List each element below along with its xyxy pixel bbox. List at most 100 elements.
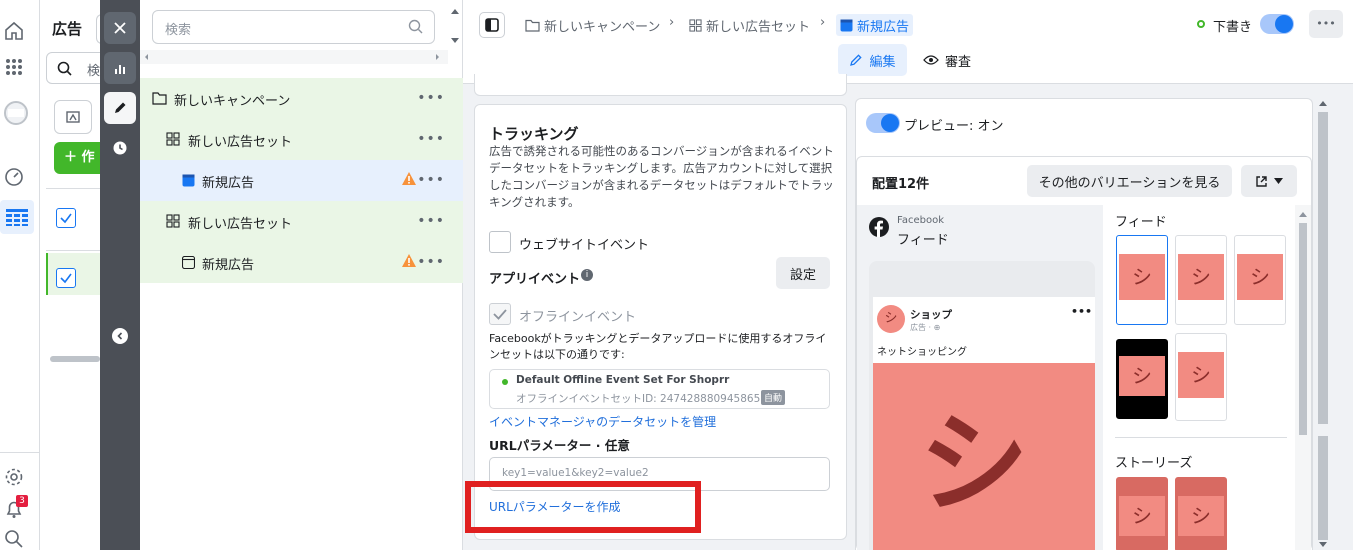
header-more-button[interactable]: ••• (1309, 10, 1343, 38)
preview-scrollbar[interactable] (1315, 90, 1331, 550)
folder-icon (152, 92, 167, 105)
tracking-description: 広告で誘発される可能性のあるコンバージョンが含まれるイベントデータセットをトラッ… (489, 144, 834, 209)
tree-item-campaign[interactable]: 新しいキャンペーン ••• (140, 78, 463, 119)
see-variations-button[interactable]: その他のバリエーションを見る (1027, 165, 1232, 197)
post-text: ネットショッピング (877, 347, 967, 358)
tab-edit[interactable]: 編集 (838, 44, 907, 76)
post-more-icon[interactable]: ••• (1071, 305, 1092, 318)
history-clock-button[interactable] (104, 132, 136, 164)
placement-thumb-feed-1[interactable]: シ (1116, 235, 1168, 325)
placement-thumb-feed-3[interactable]: シ (1234, 235, 1286, 325)
preview-toggle[interactable] (866, 113, 900, 133)
eye-icon (923, 55, 939, 65)
breadcrumb-ad[interactable]: 新規広告 (836, 14, 914, 36)
offline-event-set-box: Default Offline Event Set For Shoprr オフラ… (489, 369, 830, 409)
row-checkbox-2[interactable] (56, 268, 76, 288)
tree-search-input[interactable]: 検索 (152, 10, 435, 44)
event-set-name: Default Offline Event Set For Shoprr (516, 374, 730, 386)
ads-list-panel: 広告 検 ＋ 作 (40, 0, 106, 550)
create-button[interactable]: ＋ 作 (54, 142, 100, 174)
adset-grid-icon (166, 132, 180, 146)
close-editor-button[interactable] (104, 12, 136, 44)
publish-toggle[interactable] (1260, 14, 1294, 34)
pencil-icon (850, 54, 863, 66)
breadcrumb-campaign[interactable]: 新しいキャンペーン (525, 14, 660, 36)
adset-grid-icon (689, 18, 702, 32)
shop-avatar: シ (877, 305, 905, 333)
breadcrumb-adset[interactable]: 新しい広告セット (689, 14, 810, 36)
ad-outline-icon (182, 256, 195, 269)
collapse-chevron-icon[interactable] (112, 328, 128, 344)
warning-icon (402, 172, 416, 185)
ad-filled-icon (840, 19, 853, 31)
vertical-scroll-arrows[interactable] (448, 4, 462, 44)
campaign-folder-button[interactable] (54, 100, 92, 134)
apps-grid-icon[interactable] (3, 56, 25, 78)
tab-review[interactable]: 審査 (919, 44, 979, 76)
panel-icon (485, 18, 499, 32)
home-icon[interactable] (3, 20, 25, 42)
tree-item-ad-2[interactable]: 新規広告 ••• (140, 242, 463, 283)
tree-item-adset-2[interactable]: 新しい広告セット ••• (140, 201, 463, 242)
placement-thumb-feed-5[interactable]: シ (1175, 333, 1227, 421)
build-url-params-link[interactable]: URLパラメーターを作成 (489, 498, 620, 515)
more-icon[interactable]: ••• (417, 172, 445, 188)
gauge-icon[interactable] (3, 166, 25, 188)
ads-manager-table-icon[interactable] (0, 200, 34, 234)
folder-icon (525, 19, 540, 32)
more-icon[interactable]: ••• (417, 131, 445, 147)
thumbnails-scrollbar[interactable] (1295, 205, 1311, 550)
adset-grid-icon (166, 214, 180, 228)
ad-filled-icon (182, 174, 195, 187)
preview-platform-label: Facebook (897, 215, 944, 226)
placements-panel: 配置12件 その他のバリエーションを見る Facebook フィード シ ショッ… (856, 156, 1312, 550)
caret-down-icon (1274, 178, 1283, 184)
account-avatar-icon[interactable] (3, 100, 28, 125)
placement-thumb-feed-2[interactable]: シ (1175, 235, 1227, 325)
sponsored-label: 広告 · ⊕ (910, 323, 941, 332)
url-params-label: URLパラメーター · 任意 (489, 438, 630, 453)
draft-status-dot (1197, 20, 1205, 28)
app-events-label: アプリイベント (489, 272, 581, 287)
notification-count-badge: 3 (16, 495, 28, 507)
edit-pencil-button[interactable] (104, 92, 136, 124)
more-icon[interactable]: ••• (417, 213, 445, 229)
ad-post-preview: シ ショップ 広告 · ⊕ ••• ネットショッピング シ (873, 297, 1095, 550)
feed-section-label: フィード (1115, 215, 1167, 230)
app-title: 広告 (52, 20, 83, 38)
ads-search-input[interactable]: 検 (46, 52, 106, 84)
tree-item-adset-1[interactable]: 新しい広告セット ••• (140, 119, 463, 160)
offline-events-label: オフラインイベント (519, 310, 637, 325)
app-events-settings-button[interactable]: 設定 (776, 257, 830, 289)
editor-header: 新しいキャンペーン › 新しい広告セット › 新規広告 下書き ••• 編集 審… (463, 0, 1353, 84)
warning-icon (402, 254, 416, 267)
horizontal-scrollbar[interactable] (140, 50, 448, 64)
row-checkbox-1[interactable] (56, 208, 76, 228)
breadcrumb-chevron-icon: › (669, 15, 675, 30)
tree-item-ad-1-selected[interactable]: 新規広告 ••• (140, 160, 463, 201)
breadcrumb-chevron-icon: › (820, 15, 826, 30)
placement-thumb-story-2[interactable]: シ (1175, 477, 1227, 550)
website-events-checkbox[interactable] (489, 231, 511, 253)
gear-icon[interactable] (3, 466, 25, 488)
placement-thumb-story-1[interactable]: シ (1116, 477, 1168, 550)
horizontal-scrollbar[interactable] (50, 356, 100, 362)
search-icon[interactable] (3, 528, 25, 550)
more-icon[interactable]: ••• (417, 254, 445, 270)
event-set-id: オフラインイベントセットID: 2474288809458656 (516, 393, 767, 405)
info-icon[interactable]: i (581, 269, 593, 281)
manage-datasets-link[interactable]: イベントマネージャのデータセットを管理 (489, 413, 716, 430)
open-preview-button[interactable] (1241, 165, 1297, 197)
placement-thumb-feed-4[interactable]: シ (1116, 339, 1168, 419)
active-status-dot (502, 379, 508, 385)
toggle-panel-button[interactable] (479, 12, 505, 38)
tracking-title: トラッキング (489, 125, 579, 143)
placements-count: 配置12件 (872, 177, 930, 192)
tracking-card: トラッキング 広告で誘発される可能性のあるコンバージョンが含まれるイベントデータ… (465, 104, 847, 540)
offline-events-checkbox[interactable] (489, 303, 511, 325)
reporting-chart-button[interactable] (104, 52, 136, 84)
more-icon[interactable]: ••• (417, 90, 445, 106)
external-link-icon (1256, 175, 1267, 187)
offline-events-description: Facebookがトラッキングとデータアップロードに使用するオフラインセットは以… (489, 332, 827, 361)
preview-toggle-label: プレビュー: オン (904, 119, 1004, 134)
